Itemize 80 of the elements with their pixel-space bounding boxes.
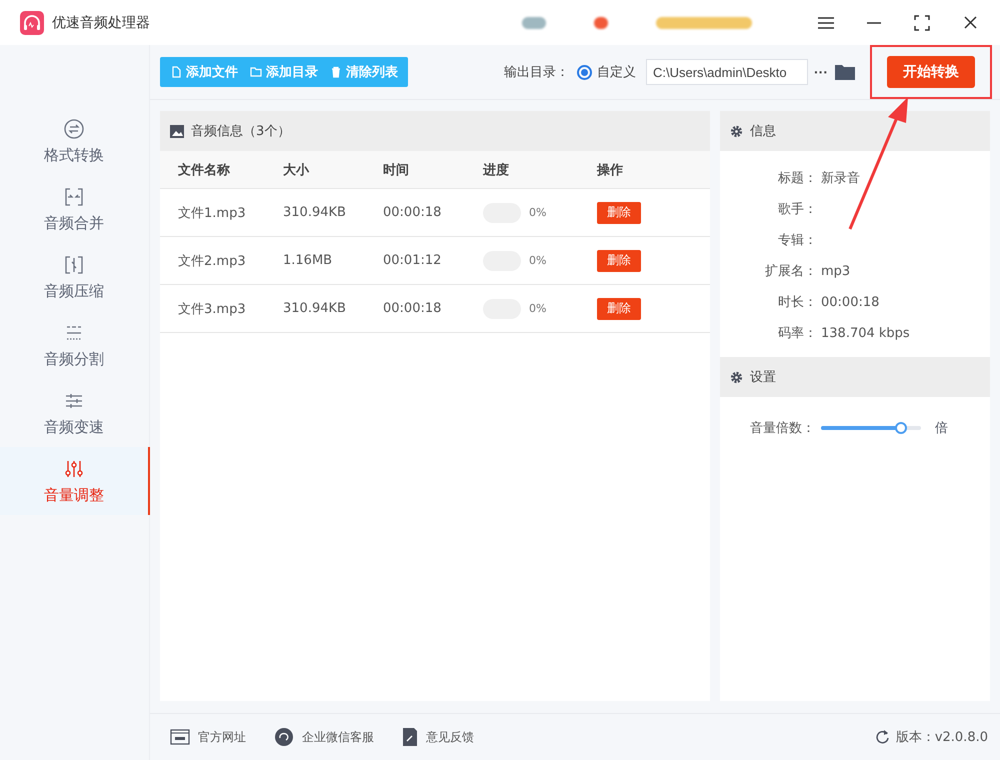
footer-link[interactable]: 意见反馈 [402, 727, 474, 747]
more-button[interactable]: ··· [814, 64, 828, 80]
field-label: 歌手： [777, 201, 817, 219]
delete-button[interactable]: 删除 [597, 250, 641, 272]
window-title: 优速音频处理器 [52, 14, 150, 32]
column-header: 文件名称 [178, 162, 231, 178]
field-value: mp3 [820, 263, 852, 281]
version-text: 版本：v2.0.8.0 [896, 729, 988, 746]
table-cell-text: 00:01:12 [383, 253, 442, 268]
table-cell-text: 文件1.mp3 [178, 204, 247, 222]
image-icon [170, 124, 184, 138]
file-icon [170, 66, 182, 78]
column-header: 时间 [383, 162, 410, 178]
app-logo-icon [20, 10, 44, 34]
merge-icon [63, 186, 85, 208]
menu-icon [818, 16, 834, 28]
trash-icon [330, 66, 342, 78]
column-header: 大小 [283, 162, 310, 178]
footer-link[interactable]: 官方网址 [170, 728, 246, 746]
sidebar-item-label: 音频分割 [44, 350, 104, 368]
table-cell-text: 文件2.mp3 [178, 252, 247, 270]
progress-percent: 0% [529, 254, 546, 267]
sidebar-item[interactable]: 音频变速 [0, 379, 150, 447]
folder-icon [250, 66, 262, 78]
field-label: 专辑： [777, 232, 817, 250]
slider-label: 音量倍数： [750, 420, 815, 437]
sidebar-item-label: 音量调整 [44, 486, 104, 504]
panel-title: 设置 [750, 369, 776, 386]
field-label: 扩展名： [764, 263, 817, 281]
sidebar-item[interactable]: 音频压缩 [0, 243, 150, 311]
blurred-icon [594, 16, 608, 28]
sidebar-item[interactable]: 音频分割 [0, 311, 150, 379]
sidebar-item[interactable]: 音频合并 [0, 175, 150, 243]
folder-icon[interactable] [834, 63, 856, 81]
sidebar-item-label: 音频变速 [44, 418, 104, 436]
table-cell-text: 310.94KB [283, 205, 347, 220]
gear-icon [730, 370, 743, 384]
panel-title: 信息 [750, 123, 776, 140]
convert-icon [63, 118, 85, 140]
sidebar-item-label: 格式转换 [44, 146, 104, 164]
footer-link[interactable]: 企业微信客服 [274, 727, 374, 747]
sidebar-item[interactable]: 格式转换 [0, 107, 150, 175]
column-header: 操作 [597, 162, 624, 178]
slider-thumb[interactable] [895, 422, 907, 434]
sidebar-item[interactable]: 音量调整 [0, 447, 150, 515]
refresh-icon [876, 729, 890, 745]
field-label: 标题： [777, 170, 817, 188]
table-cell-text: 1.16MB [283, 253, 334, 268]
minimize-icon [867, 22, 881, 24]
field-label: 码率： [777, 325, 817, 343]
web-icon [170, 729, 190, 745]
field-value: 新录音 [820, 170, 861, 188]
delete-button[interactable]: 删除 [597, 202, 641, 224]
field-value: 00:00:18 [820, 294, 880, 312]
compress-icon [63, 254, 85, 276]
field-value: 138.704 kbps [820, 325, 911, 343]
output-dir-label: 输出目录： [504, 64, 569, 81]
slider-unit: 倍 [935, 420, 948, 437]
close-icon [964, 16, 976, 29]
field-label: 时长： [777, 294, 817, 312]
blurred-icon [522, 16, 546, 28]
panel-title: 音频信息（3个） [191, 123, 290, 140]
gear-icon [730, 124, 743, 138]
column-header: 进度 [483, 162, 510, 178]
fullscreen-icon [914, 14, 930, 30]
table-cell-text: 00:00:18 [383, 301, 442, 316]
document-icon [402, 727, 418, 747]
progress-percent: 0% [529, 206, 546, 219]
sidebar-item-label: 音频合并 [44, 214, 104, 232]
radio-dot[interactable] [577, 64, 592, 80]
sidebar-item-label: 音频压缩 [44, 282, 104, 300]
table-cell-text: 文件3.mp3 [178, 300, 247, 318]
output-path-field[interactable]: C:\Users\admin\Deskto [646, 59, 808, 85]
progress-percent: 0% [529, 302, 546, 315]
start-convert-button[interactable]: 开始转换 [887, 56, 975, 88]
custom-radio[interactable]: 自定义 [577, 63, 636, 81]
table-cell-text: 310.94KB [283, 301, 347, 316]
table-cell-text: 00:00:18 [383, 205, 442, 220]
delete-button[interactable]: 删除 [597, 298, 641, 320]
chat-icon [274, 727, 294, 747]
